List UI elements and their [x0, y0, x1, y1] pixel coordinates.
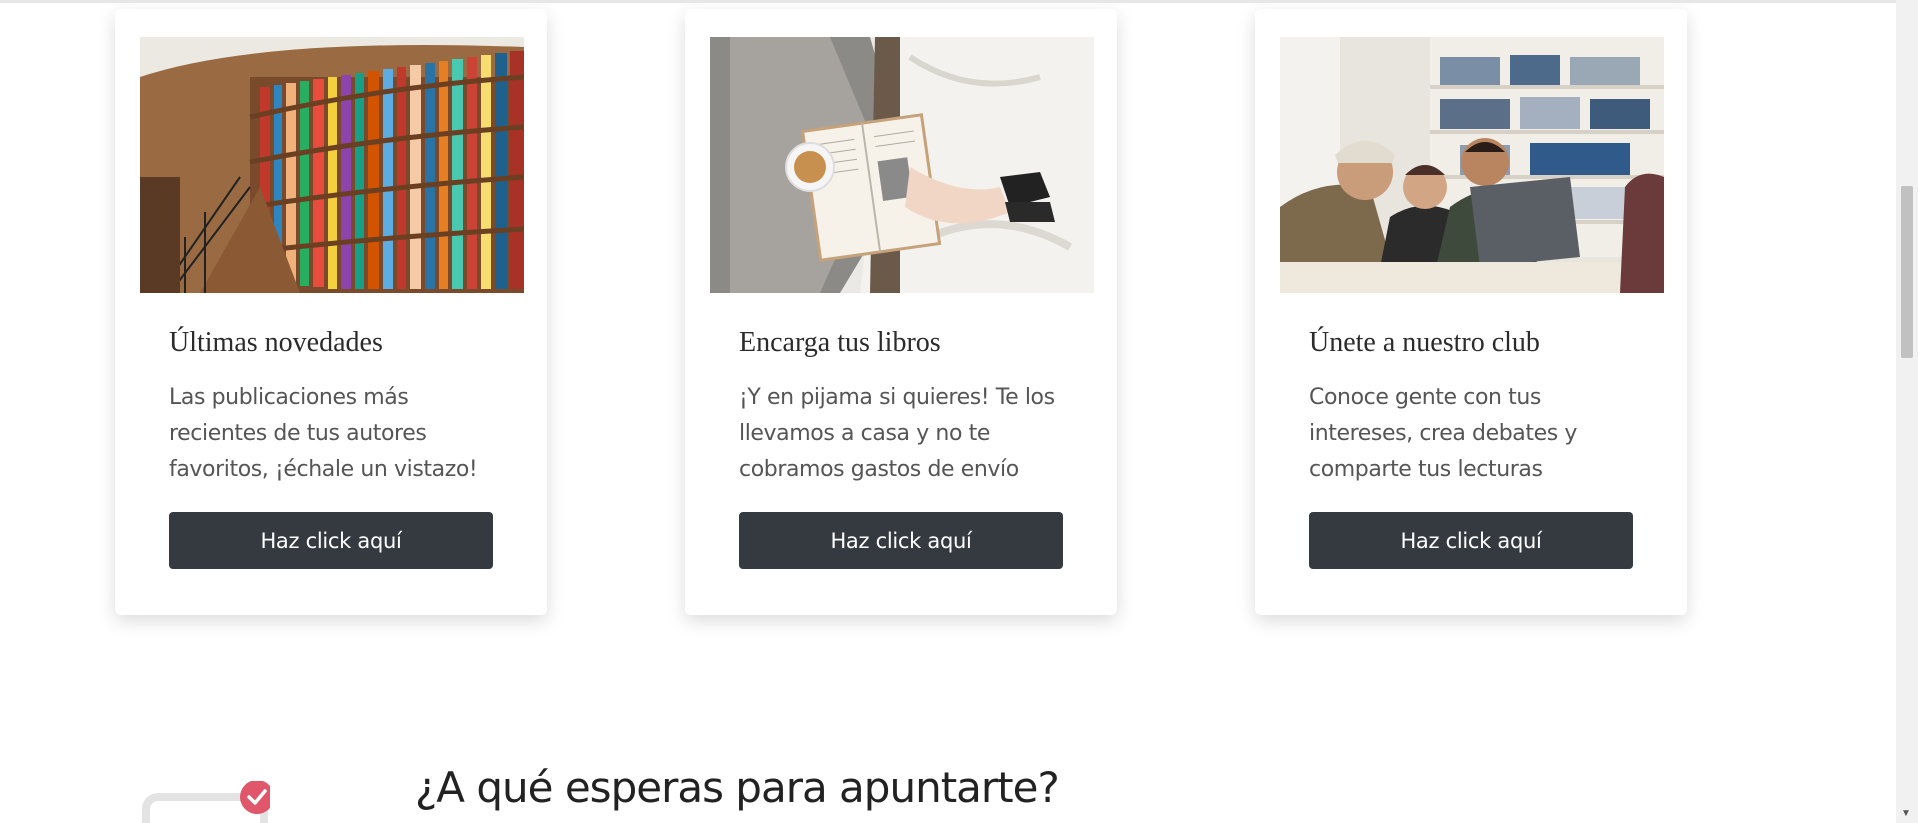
card-order-books: Encarga tus libros ¡Y en pijama si quier…: [685, 9, 1117, 615]
card-join-club: Únete a nuestro club Conoce gente con tu…: [1255, 9, 1687, 615]
card-text: Conoce gente con tus intereses, crea deb…: [1309, 385, 1578, 482]
card-button-order[interactable]: Haz click aquí: [739, 512, 1063, 569]
card-title: Únete a nuestro club: [1309, 327, 1540, 358]
scroll-down-arrow-icon[interactable]: ▼: [1901, 809, 1911, 819]
page-viewport: Últimas novedades Las publicaciones más …: [0, 3, 1896, 823]
card-button-club[interactable]: Haz click aquí: [1309, 512, 1633, 569]
card-latest-releases: Últimas novedades Las publicaciones más …: [115, 9, 547, 615]
friends-laughing-laptop-photo: [1280, 37, 1664, 293]
card-title: Últimas novedades: [169, 327, 383, 358]
library-bookshelves-photo: [140, 37, 524, 293]
reading-in-bed-photo: [710, 37, 1094, 293]
scrollbar-thumb[interactable]: [1901, 186, 1913, 358]
card-text: Las publicaciones más recientes de tus a…: [169, 385, 478, 482]
card-text: ¡Y en pijama si quieres! Te los llevamos…: [739, 385, 1055, 482]
card-button-latest[interactable]: Haz click aquí: [169, 512, 493, 569]
card-title: Encarga tus libros: [739, 327, 941, 358]
vertical-scrollbar[interactable]: ▼: [1896, 0, 1918, 823]
checklist-icon: [140, 780, 274, 823]
cta-heading: ¿A qué esperas para apuntarte?: [415, 763, 1060, 812]
